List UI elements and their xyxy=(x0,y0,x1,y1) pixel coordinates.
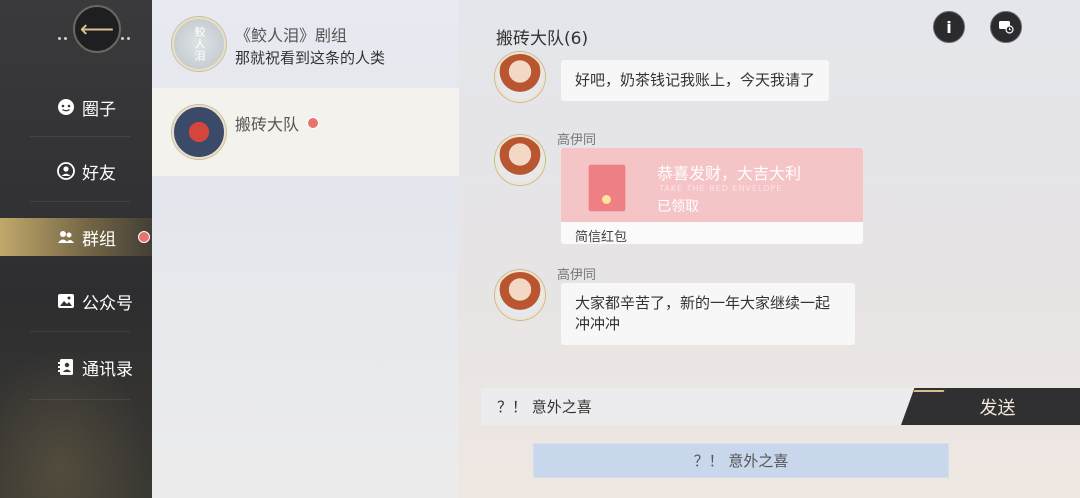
conversation-item[interactable]: 鲛人泪 《鲛人泪》剧组 那就祝看到这条的人类 xyxy=(152,0,459,88)
chat-history-icon[interactable] xyxy=(990,11,1022,43)
conversation-title: 搬砖大队 xyxy=(235,115,300,134)
chat-title: 搬砖大队(6) xyxy=(496,29,589,49)
avatar xyxy=(172,105,226,159)
conversation-preview: 那就祝看到这条的人类 xyxy=(235,49,386,67)
decor-dots xyxy=(121,25,135,40)
decor-dots xyxy=(58,25,72,40)
packet-title: 恭喜发财，大吉大利 xyxy=(657,164,802,183)
nav-item-groups[interactable]: 群组 xyxy=(0,218,152,256)
back-button[interactable]: ⟵ xyxy=(73,5,121,53)
sender-name: 高伊同 xyxy=(557,133,597,148)
nav-item-contacts[interactable]: 通讯录 xyxy=(0,348,152,386)
contacts-icon xyxy=(56,357,76,377)
packet-status: 已领取 xyxy=(657,199,699,215)
quick-reply-option[interactable]: ？！ 意外之喜 xyxy=(533,443,949,478)
send-button[interactable]: 发送 xyxy=(901,388,1080,425)
avatar[interactable] xyxy=(495,52,545,102)
red-envelope-icon xyxy=(588,164,626,212)
chat-panel: 搬砖大队(6) i 好吧，奶茶钱记我账上，今天我请了 高伊同 恭喜发财，大吉大利… xyxy=(459,0,1080,498)
send-label: 发送 xyxy=(979,397,1016,419)
message-bubble: 大家都辛苦了，新的一年大家继续一起冲冲冲 xyxy=(561,283,855,345)
side-nav: ⟵ 圈子 好友 群组 公众号 通讯录 xyxy=(0,0,152,498)
nav-label: 圈子 xyxy=(82,99,116,120)
friend-icon xyxy=(56,161,76,181)
image-icon xyxy=(56,291,76,311)
conversation-list: 鲛人泪 《鲛人泪》剧组 那就祝看到这条的人类 搬砖大队 xyxy=(152,0,459,498)
red-packet-card[interactable]: 恭喜发财，大吉大利 TAKE THE RED ENVELOPE 已领取 简信红包 xyxy=(561,148,863,244)
conversation-item-selected[interactable]: 搬砖大队 xyxy=(152,88,459,176)
avatar: 鲛人泪 xyxy=(172,17,226,71)
message-bubble: 好吧，奶茶钱记我账上，今天我请了 xyxy=(561,60,830,101)
nav-label: 好友 xyxy=(82,163,116,184)
nav-item-circle[interactable]: 圈子 xyxy=(0,88,152,126)
group-icon xyxy=(56,227,76,247)
nav-label: 通讯录 xyxy=(82,359,133,380)
nav-item-official-accounts[interactable]: 公众号 xyxy=(0,282,152,320)
nav-label: 公众号 xyxy=(82,293,133,314)
back-arrow-icon: ⟵ xyxy=(79,15,115,43)
packet-type: 简信红包 xyxy=(575,230,628,244)
avatar[interactable] xyxy=(495,135,545,185)
avatar[interactable] xyxy=(495,270,545,320)
nav-item-friends[interactable]: 好友 xyxy=(0,152,152,190)
avatar-label: 鲛人泪 xyxy=(193,26,206,62)
info-icon[interactable]: i xyxy=(933,11,965,43)
packet-english: TAKE THE RED ENVELOPE xyxy=(659,184,783,193)
conversation-title: 《鲛人泪》剧组 xyxy=(235,26,348,45)
message-input[interactable]: ？！ 意外之喜 xyxy=(481,388,921,425)
nav-label: 群组 xyxy=(82,229,116,250)
circle-chat-icon xyxy=(56,97,76,117)
send-accent xyxy=(913,390,945,392)
unread-badge xyxy=(138,231,150,243)
sender-name: 高伊同 xyxy=(557,268,597,283)
unread-badge xyxy=(307,117,320,129)
